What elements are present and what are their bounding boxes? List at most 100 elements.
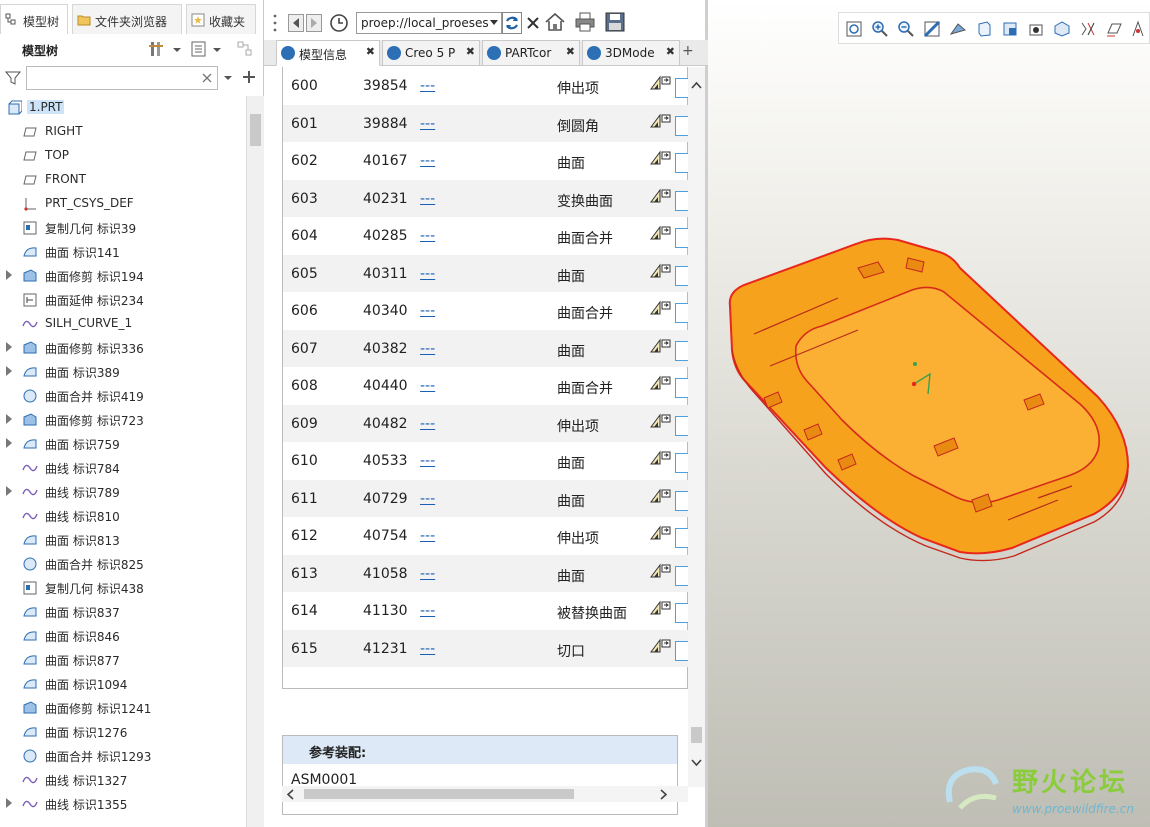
feature-name-link[interactable]: --- xyxy=(420,491,435,507)
tree-scrollbar[interactable] xyxy=(246,96,264,827)
address-input[interactable] xyxy=(356,12,502,34)
feature-select-checkbox[interactable] xyxy=(675,340,688,361)
feature-info-icon[interactable] xyxy=(649,225,671,241)
scroll-right-icon[interactable] xyxy=(660,789,668,800)
feature-name-link[interactable]: --- xyxy=(420,603,435,619)
feature-name-link[interactable]: --- xyxy=(420,228,435,244)
tree-item[interactable]: 曲面延伸 标识234 xyxy=(0,288,246,312)
tab-folder-browser[interactable]: 文件夹浏览器 xyxy=(72,4,182,34)
tree-item[interactable]: FRONT xyxy=(0,168,246,192)
feature-info-icon[interactable] xyxy=(649,525,671,541)
feature-select-checkbox[interactable] xyxy=(675,78,688,98)
print-icon[interactable] xyxy=(574,11,596,33)
add-icon[interactable] xyxy=(242,70,256,84)
close-tab-icon[interactable]: ✖ xyxy=(366,45,375,58)
tree-item[interactable]: 曲线 标识1327 xyxy=(0,768,246,792)
history-icon[interactable] xyxy=(328,12,350,34)
tree-item[interactable]: 复制几何 标识438 xyxy=(0,576,246,600)
new-tab-button[interactable]: + xyxy=(682,43,694,59)
feature-name-link[interactable]: --- xyxy=(420,378,435,394)
expand-arrow-icon[interactable] xyxy=(6,486,12,496)
tree-item[interactable]: 曲面修剪 标识723 xyxy=(0,408,246,432)
close-tab-icon[interactable]: ✖ xyxy=(666,45,675,58)
stop-icon[interactable] xyxy=(524,13,542,33)
tree-item[interactable]: 曲面 标识837 xyxy=(0,600,246,624)
tree-item[interactable]: 曲面合并 标识825 xyxy=(0,552,246,576)
tree-item[interactable]: 曲面 标识877 xyxy=(0,648,246,672)
part-model-3d[interactable] xyxy=(708,0,1150,827)
forward-icon[interactable] xyxy=(306,14,322,32)
tab-partcommunity[interactable]: PARTcor ✖ xyxy=(482,40,580,66)
feature-name-link[interactable]: --- xyxy=(420,78,435,94)
feature-name-link[interactable]: --- xyxy=(420,153,435,169)
tree-item[interactable]: 曲面修剪 标识336 xyxy=(0,336,246,360)
feature-name-link[interactable]: --- xyxy=(420,303,435,319)
scroll-down-icon[interactable] xyxy=(691,759,702,767)
horizontal-scroll-thumb[interactable] xyxy=(304,789,574,799)
feature-name-link[interactable]: --- xyxy=(420,453,435,469)
chevron-down-icon[interactable] xyxy=(490,20,498,26)
back-icon[interactable] xyxy=(288,14,304,32)
tree-item[interactable]: 曲线 标识784 xyxy=(0,456,246,480)
expand-arrow-icon[interactable] xyxy=(6,438,12,448)
feature-name-link[interactable]: --- xyxy=(420,528,435,544)
expand-arrow-icon[interactable] xyxy=(6,366,12,376)
tree-item[interactable]: 曲面 标识813 xyxy=(0,528,246,552)
feature-name-link[interactable]: --- xyxy=(420,116,435,132)
feature-select-checkbox[interactable] xyxy=(675,303,688,323)
feature-name-link[interactable]: --- xyxy=(420,641,435,657)
tree-item[interactable]: 曲面 标识389 xyxy=(0,360,246,384)
vertical-scroll-thumb[interactable] xyxy=(691,727,702,743)
tree-filter-options-icon[interactable] xyxy=(236,40,254,58)
tree-item[interactable]: 复制几何 标识39 xyxy=(0,216,246,240)
feature-name-link[interactable]: --- xyxy=(420,341,435,357)
tab-model-tree[interactable]: 模型树 xyxy=(0,4,68,34)
tree-item[interactable]: 曲线 标识1355 xyxy=(0,792,246,816)
collapse-handle-icon[interactable] xyxy=(270,10,280,36)
feature-name-link[interactable]: --- xyxy=(420,566,435,582)
clear-icon[interactable] xyxy=(202,73,212,83)
feature-select-checkbox[interactable] xyxy=(675,565,688,586)
tab-model-info[interactable]: 模型信息 ✖ xyxy=(276,40,380,66)
feature-info-icon[interactable] xyxy=(649,338,671,354)
feature-name-link[interactable]: --- xyxy=(420,266,435,282)
tree-item[interactable]: TOP xyxy=(0,144,246,168)
feature-info-icon[interactable] xyxy=(649,113,671,129)
expand-arrow-icon[interactable] xyxy=(6,798,12,808)
feature-name-link[interactable]: --- xyxy=(420,191,435,207)
feature-select-checkbox[interactable] xyxy=(675,528,688,548)
scroll-up-icon[interactable] xyxy=(691,81,702,89)
scroll-left-icon[interactable] xyxy=(286,789,294,800)
feature-info-icon[interactable] xyxy=(649,450,671,466)
tree-item[interactable]: 曲面修剪 标识194 xyxy=(0,264,246,288)
feature-info-icon[interactable] xyxy=(649,188,671,204)
tree-item[interactable]: 曲线 标识789 xyxy=(0,480,246,504)
tab-3dmodelspace[interactable]: 3DMode ✖ xyxy=(582,40,680,66)
home-icon[interactable] xyxy=(544,11,566,33)
tree-item[interactable]: 曲面合并 标识1293 xyxy=(0,744,246,768)
feature-info-icon[interactable] xyxy=(649,563,671,579)
feature-select-checkbox[interactable] xyxy=(675,453,688,473)
tree-item[interactable]: 曲面修剪 标识1241 xyxy=(0,696,246,720)
refresh-icon[interactable] xyxy=(502,12,522,34)
feature-select-checkbox[interactable] xyxy=(675,228,688,248)
feature-select-checkbox[interactable] xyxy=(675,603,688,623)
feature-info-icon[interactable] xyxy=(649,638,671,654)
show-columns-icon[interactable] xyxy=(190,40,208,58)
tree-item[interactable]: PRT_CSYS_DEF xyxy=(0,192,246,216)
feature-info-icon[interactable] xyxy=(649,375,671,391)
tree-item[interactable]: SILH_CURVE_1 xyxy=(0,312,246,336)
tree-item[interactable]: RIGHT xyxy=(0,120,246,144)
browser-vertical-scrollbar[interactable] xyxy=(688,67,705,787)
tree-item[interactable]: 曲面 标识141 xyxy=(0,240,246,264)
feature-info-icon[interactable] xyxy=(649,413,671,429)
tree-search-input[interactable] xyxy=(26,66,218,90)
feature-info-icon[interactable] xyxy=(649,600,671,616)
chevron-down-icon[interactable] xyxy=(224,72,232,84)
tree-item[interactable]: 曲面合并 标识419 xyxy=(0,384,246,408)
tree-scroll-thumb[interactable] xyxy=(250,114,261,146)
tree-settings-icon[interactable] xyxy=(148,40,166,58)
browser-horizontal-scrollbar[interactable] xyxy=(282,786,688,802)
tree-item[interactable]: 曲面 标识846 xyxy=(0,624,246,648)
feature-select-checkbox[interactable] xyxy=(675,378,688,398)
